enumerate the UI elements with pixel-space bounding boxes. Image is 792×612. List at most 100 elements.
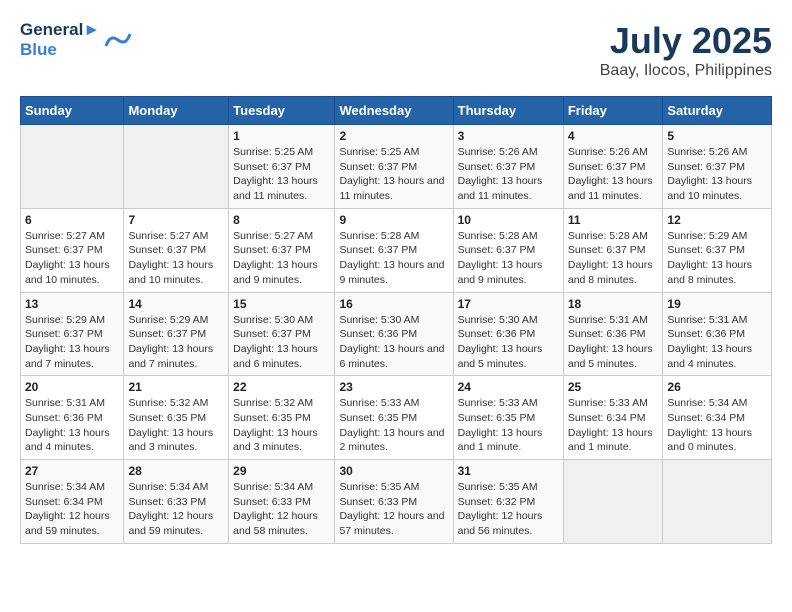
- day-info: Sunrise: 5:35 AM Sunset: 6:32 PM Dayligh…: [458, 480, 559, 539]
- calendar-cell: 22 Sunrise: 5:32 AM Sunset: 6:35 PM Dayli…: [229, 376, 335, 460]
- day-number: 22: [233, 380, 330, 394]
- calendar-cell: 12Sunrise: 5:29 AM Sunset: 6:37 PM Dayli…: [663, 208, 772, 292]
- calendar-cell: [124, 125, 229, 209]
- day-number: 24: [458, 380, 559, 394]
- day-info: Sunrise: 5:25 AM Sunset: 6:37 PM Dayligh…: [233, 145, 330, 204]
- day-info: Sunrise: 5:31 AM Sunset: 6:36 PM Dayligh…: [667, 313, 767, 372]
- calendar-cell: 25 Sunrise: 5:33 AM Sunset: 6:34 PM Dayli…: [563, 376, 663, 460]
- calendar-cell: 30 Sunrise: 5:35 AM Sunset: 6:33 PM Dayli…: [335, 460, 453, 544]
- calendar-cell: 4 Sunrise: 5:26 AM Sunset: 6:37 PM Daylig…: [563, 125, 663, 209]
- day-info: Sunrise: 5:27 AM Sunset: 6:37 PM Dayligh…: [233, 229, 330, 288]
- day-info: Sunrise: 5:25 AM Sunset: 6:37 PM Dayligh…: [339, 145, 448, 204]
- day-number: 8: [233, 213, 330, 227]
- calendar-cell: 29 Sunrise: 5:34 AM Sunset: 6:33 PM Dayli…: [229, 460, 335, 544]
- calendar-header-saturday: Saturday: [663, 97, 772, 125]
- day-info: Sunrise: 5:26 AM Sunset: 6:37 PM Dayligh…: [667, 145, 767, 204]
- day-number: 27: [25, 464, 119, 478]
- calendar-cell: 26 Sunrise: 5:34 AM Sunset: 6:34 PM Dayli…: [663, 376, 772, 460]
- calendar-week-row: 13 Sunrise: 5:29 AM Sunset: 6:37 PM Dayli…: [21, 292, 772, 376]
- day-number: 11: [568, 213, 659, 227]
- calendar-cell: 10 Sunrise: 5:28 AM Sunset: 6:37 PM Dayli…: [453, 208, 563, 292]
- day-number: 14: [128, 297, 224, 311]
- day-info: Sunrise: 5:28 AM Sunset: 6:37 PM Dayligh…: [458, 229, 559, 288]
- calendar-header-tuesday: Tuesday: [229, 97, 335, 125]
- calendar-cell: 3Sunrise: 5:26 AM Sunset: 6:37 PM Daylig…: [453, 125, 563, 209]
- day-number: 15: [233, 297, 330, 311]
- day-number: 17: [458, 297, 559, 311]
- calendar-table: SundayMondayTuesdayWednesdayThursdayFrid…: [20, 96, 772, 544]
- day-number: 1: [233, 129, 330, 143]
- calendar-cell: 19 Sunrise: 5:31 AM Sunset: 6:36 PM Dayli…: [663, 292, 772, 376]
- day-info: Sunrise: 5:29 AM Sunset: 6:37 PM Dayligh…: [25, 313, 119, 372]
- day-number: 29: [233, 464, 330, 478]
- day-number: 18: [568, 297, 659, 311]
- day-number: 26: [667, 380, 767, 394]
- day-number: 20: [25, 380, 119, 394]
- page-subtitle: Baay, Ilocos, Philippines: [600, 62, 772, 80]
- calendar-header-monday: Monday: [124, 97, 229, 125]
- day-number: 9: [339, 213, 448, 227]
- calendar-cell: 5 Sunrise: 5:26 AM Sunset: 6:37 PM Daylig…: [663, 125, 772, 209]
- day-info: Sunrise: 5:32 AM Sunset: 6:35 PM Dayligh…: [233, 396, 330, 455]
- day-number: 5: [667, 129, 767, 143]
- calendar-cell: 17 Sunrise: 5:30 AM Sunset: 6:36 PM Dayli…: [453, 292, 563, 376]
- day-info: Sunrise: 5:33 AM Sunset: 6:34 PM Dayligh…: [568, 396, 659, 455]
- day-number: 28: [128, 464, 224, 478]
- calendar-cell: 6 Sunrise: 5:27 AM Sunset: 6:37 PM Daylig…: [21, 208, 124, 292]
- day-info: Sunrise: 5:28 AM Sunset: 6:37 PM Dayligh…: [339, 229, 448, 288]
- logo-text: General► Blue: [20, 20, 100, 59]
- day-info: Sunrise: 5:34 AM Sunset: 6:33 PM Dayligh…: [233, 480, 330, 539]
- page-title: July 2025: [600, 20, 772, 62]
- calendar-week-row: 6 Sunrise: 5:27 AM Sunset: 6:37 PM Daylig…: [21, 208, 772, 292]
- day-info: Sunrise: 5:30 AM Sunset: 6:36 PM Dayligh…: [458, 313, 559, 372]
- calendar-cell: 18Sunrise: 5:31 AM Sunset: 6:36 PM Dayli…: [563, 292, 663, 376]
- day-info: Sunrise: 5:33 AM Sunset: 6:35 PM Dayligh…: [339, 396, 448, 455]
- calendar-cell: 11 Sunrise: 5:28 AM Sunset: 6:37 PM Dayli…: [563, 208, 663, 292]
- day-number: 31: [458, 464, 559, 478]
- calendar-week-row: 1 Sunrise: 5:25 AM Sunset: 6:37 PM Daylig…: [21, 125, 772, 209]
- calendar-cell: 23Sunrise: 5:33 AM Sunset: 6:35 PM Dayli…: [335, 376, 453, 460]
- calendar-cell: 9 Sunrise: 5:28 AM Sunset: 6:37 PM Daylig…: [335, 208, 453, 292]
- day-number: 6: [25, 213, 119, 227]
- day-number: 25: [568, 380, 659, 394]
- day-info: Sunrise: 5:27 AM Sunset: 6:37 PM Dayligh…: [128, 229, 224, 288]
- day-info: Sunrise: 5:26 AM Sunset: 6:37 PM Dayligh…: [568, 145, 659, 204]
- calendar-cell: 13 Sunrise: 5:29 AM Sunset: 6:37 PM Dayli…: [21, 292, 124, 376]
- calendar-cell: 24Sunrise: 5:33 AM Sunset: 6:35 PM Dayli…: [453, 376, 563, 460]
- day-number: 21: [128, 380, 224, 394]
- calendar-cell: [563, 460, 663, 544]
- day-info: Sunrise: 5:29 AM Sunset: 6:37 PM Dayligh…: [128, 313, 224, 372]
- calendar-cell: 31 Sunrise: 5:35 AM Sunset: 6:32 PM Dayli…: [453, 460, 563, 544]
- day-number: 10: [458, 213, 559, 227]
- calendar-week-row: 27 Sunrise: 5:34 AM Sunset: 6:34 PM Dayli…: [21, 460, 772, 544]
- day-info: Sunrise: 5:27 AM Sunset: 6:37 PM Dayligh…: [25, 229, 119, 288]
- day-info: Sunrise: 5:32 AM Sunset: 6:35 PM Dayligh…: [128, 396, 224, 455]
- day-number: 13: [25, 297, 119, 311]
- day-number: 19: [667, 297, 767, 311]
- calendar-header-row: SundayMondayTuesdayWednesdayThursdayFrid…: [21, 97, 772, 125]
- calendar-cell: [21, 125, 124, 209]
- calendar-header-wednesday: Wednesday: [335, 97, 453, 125]
- calendar-cell: 7 Sunrise: 5:27 AM Sunset: 6:37 PM Daylig…: [124, 208, 229, 292]
- calendar-header-friday: Friday: [563, 97, 663, 125]
- day-number: 16: [339, 297, 448, 311]
- calendar-cell: 21 Sunrise: 5:32 AM Sunset: 6:35 PM Dayli…: [124, 376, 229, 460]
- calendar-cell: 27 Sunrise: 5:34 AM Sunset: 6:34 PM Dayli…: [21, 460, 124, 544]
- day-number: 7: [128, 213, 224, 227]
- day-info: Sunrise: 5:30 AM Sunset: 6:37 PM Dayligh…: [233, 313, 330, 372]
- day-info: Sunrise: 5:34 AM Sunset: 6:34 PM Dayligh…: [25, 480, 119, 539]
- day-info: Sunrise: 5:28 AM Sunset: 6:37 PM Dayligh…: [568, 229, 659, 288]
- calendar-week-row: 20 Sunrise: 5:31 AM Sunset: 6:36 PM Dayli…: [21, 376, 772, 460]
- calendar-cell: 16 Sunrise: 5:30 AM Sunset: 6:36 PM Dayli…: [335, 292, 453, 376]
- calendar-cell: [663, 460, 772, 544]
- calendar-cell: 2Sunrise: 5:25 AM Sunset: 6:37 PM Daylig…: [335, 125, 453, 209]
- day-info: Sunrise: 5:34 AM Sunset: 6:33 PM Dayligh…: [128, 480, 224, 539]
- day-info: Sunrise: 5:35 AM Sunset: 6:33 PM Dayligh…: [339, 480, 448, 539]
- day-number: 4: [568, 129, 659, 143]
- day-info: Sunrise: 5:30 AM Sunset: 6:36 PM Dayligh…: [339, 313, 448, 372]
- logo: General► Blue: [20, 20, 134, 59]
- page-title-block: July 2025 Baay, Ilocos, Philippines: [600, 20, 772, 80]
- day-info: Sunrise: 5:31 AM Sunset: 6:36 PM Dayligh…: [25, 396, 119, 455]
- day-info: Sunrise: 5:34 AM Sunset: 6:34 PM Dayligh…: [667, 396, 767, 455]
- day-number: 30: [339, 464, 448, 478]
